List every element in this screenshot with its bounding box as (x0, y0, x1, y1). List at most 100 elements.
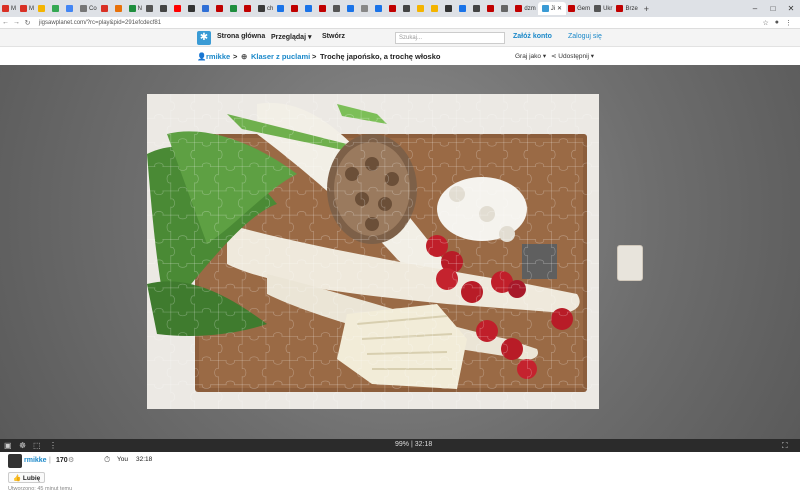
browser-tab[interactable] (471, 2, 485, 15)
browser-tab[interactable] (186, 2, 200, 15)
browser-tab[interactable]: Brze (614, 2, 639, 15)
forward-icon[interactable]: → (11, 19, 22, 26)
nav-browse-dropdown[interactable]: Przeglądaj ▾ (271, 33, 311, 41)
piece-edge-vertical (404, 94, 413, 409)
browser-tab[interactable] (457, 2, 471, 15)
page-icon (501, 5, 509, 12)
puzzle-board[interactable] (147, 94, 599, 409)
browser-tab[interactable] (50, 2, 64, 15)
browser-tab[interactable] (36, 2, 50, 15)
browser-tab[interactable] (331, 2, 345, 15)
image-preview-icon[interactable]: ▣ (4, 441, 12, 450)
bookmark-star-icon[interactable]: ☆ (762, 19, 768, 27)
tab-label: Co (89, 5, 97, 12)
like-button[interactable]: 👍 Lubię (8, 472, 46, 483)
browser-tab[interactable] (200, 2, 214, 15)
page-icon (347, 5, 355, 12)
loose-puzzle-piece[interactable] (617, 245, 643, 281)
browser-tab[interactable] (499, 2, 513, 15)
browser-tab[interactable] (144, 2, 158, 15)
browser-tab[interactable] (485, 2, 499, 15)
minimize-icon[interactable]: – (746, 0, 764, 17)
gmail-icon (20, 5, 27, 12)
page-icon (305, 5, 313, 12)
breadcrumb-user-link[interactable]: rmikke (206, 52, 230, 61)
fullscreen-icon[interactable]: ⛶ (782, 441, 788, 451)
user-icon: 👤 (197, 52, 207, 61)
browser-tab[interactable] (429, 2, 443, 15)
page-icon (146, 5, 154, 12)
play-as-dropdown[interactable]: Graj jako ▾ (515, 52, 546, 60)
browser-tab[interactable] (64, 2, 78, 15)
piece-edge-vertical (499, 94, 508, 409)
share-dropdown[interactable]: ⋖ Udostępnij ▾ (551, 52, 594, 60)
browser-tab[interactable] (359, 2, 373, 15)
browser-tab[interactable] (214, 2, 228, 15)
page-icon (487, 5, 495, 12)
author-link[interactable]: rmikke (24, 457, 47, 464)
browser-tabbar: M M Co Nch dzm Ji ✕ Gem Ukr Brze + (0, 0, 800, 17)
page-icon (459, 5, 467, 12)
browser-tab[interactable] (317, 2, 331, 15)
piece-edge-vertical (380, 94, 389, 409)
new-tab-button[interactable]: + (640, 4, 653, 14)
ghost-image-icon[interactable]: ☸ (19, 441, 26, 450)
register-link[interactable]: Załóż konto (513, 33, 552, 40)
browser-tab[interactable] (345, 2, 359, 15)
browser-tab[interactable] (387, 2, 401, 15)
browser-tab[interactable]: dzm (513, 2, 537, 15)
login-link[interactable]: Zaloguj się (568, 33, 602, 40)
browser-tab[interactable] (415, 2, 429, 15)
page-icon (291, 5, 299, 12)
page-icon (230, 5, 238, 12)
profile-icon[interactable]: ● (775, 19, 779, 27)
browser-tab[interactable] (401, 2, 415, 15)
search-input[interactable]: Szukaj... (395, 32, 505, 44)
close-tab-icon[interactable]: ✕ (557, 5, 562, 12)
browser-tab[interactable] (228, 2, 242, 15)
browser-tab[interactable] (373, 2, 387, 15)
browser-tab-active[interactable]: Ji ✕ (537, 2, 567, 15)
page-icon (258, 5, 266, 12)
browser-tab[interactable] (113, 2, 127, 15)
avatar[interactable] (8, 454, 22, 468)
puzzle-title: Trochę japońsko, a trochę włosko (320, 52, 441, 61)
like-label: Lubię (22, 475, 41, 482)
browser-tab[interactable]: ch (256, 2, 275, 15)
browser-tab[interactable] (99, 2, 113, 15)
piece-edge-horizontal (147, 380, 599, 389)
browser-tab[interactable]: Ukr (592, 2, 614, 15)
close-window-icon[interactable]: ✕ (782, 0, 800, 17)
browser-tab[interactable]: N (127, 2, 144, 15)
browser-tab[interactable] (172, 2, 186, 15)
browser-tab[interactable] (275, 2, 289, 15)
menu-icon[interactable]: ⋮ (785, 19, 792, 27)
piece-edge-vertical (309, 94, 318, 409)
jigsawplanet-logo-icon[interactable]: ✱ (197, 31, 211, 45)
browser-tab[interactable]: Gem (566, 2, 592, 15)
more-options-icon[interactable]: ⋮ (49, 441, 57, 450)
piece-edge-horizontal (147, 186, 599, 196)
breadcrumb-folder-link[interactable]: Klaser z puclami (251, 52, 310, 61)
nav-create-link[interactable]: Stwórz (322, 33, 345, 40)
nav-home-link[interactable]: Strona główna (217, 33, 265, 40)
url-field[interactable]: jigsawplanet.com/?rc=play&pid=291efcdecf… (39, 20, 762, 26)
browser-tab[interactable]: M (0, 2, 18, 15)
page-icon (417, 5, 425, 12)
page-icon (160, 5, 168, 12)
scatter-pieces-icon[interactable]: ⬚ (33, 441, 41, 450)
browser-tab[interactable]: M (18, 2, 36, 15)
browser-tab[interactable] (242, 2, 256, 15)
browser-tab[interactable]: Co (78, 2, 99, 15)
maximize-icon[interactable]: □ (764, 0, 782, 17)
browser-tab[interactable] (289, 2, 303, 15)
page-icon (128, 5, 136, 12)
back-icon[interactable]: ← (0, 19, 11, 26)
reload-icon[interactable]: ↻ (22, 19, 33, 27)
browser-tab[interactable] (443, 2, 457, 15)
browser-tab[interactable] (303, 2, 317, 15)
progress-text: 99% (395, 441, 410, 448)
piece-edge-vertical (238, 94, 247, 409)
browser-tab[interactable] (158, 2, 172, 15)
puzzle-stage[interactable] (0, 65, 800, 439)
